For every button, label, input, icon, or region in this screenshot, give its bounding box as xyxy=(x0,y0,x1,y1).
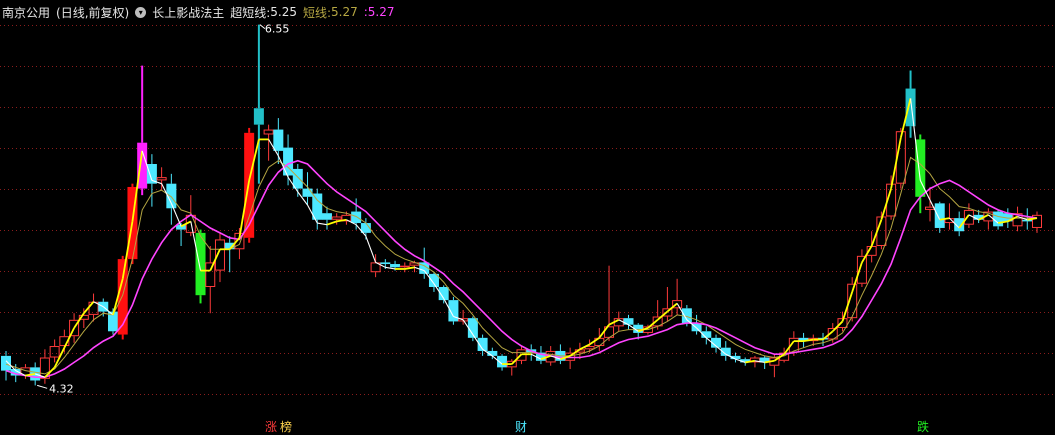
candlestick-chart[interactable]: 6.55 4.32 xyxy=(0,0,1055,435)
candle-body xyxy=(390,264,401,268)
series-segment-white xyxy=(365,235,377,263)
candle-body xyxy=(273,129,284,151)
line2-value: 5.27 xyxy=(331,5,358,19)
marker-bang: 榜 xyxy=(280,420,293,434)
candle-body xyxy=(195,232,206,296)
candle-body xyxy=(963,209,974,225)
stock-name: 南京公用 xyxy=(2,5,51,20)
candle-body xyxy=(934,203,945,228)
line1-value: 5.25 xyxy=(270,5,297,19)
candle-body xyxy=(49,346,60,358)
indicator-lines xyxy=(5,98,1038,379)
line1-label: 超短线: xyxy=(230,5,271,20)
chevron-down-icon[interactable]: ▾ xyxy=(135,6,147,18)
series-segment-yellow xyxy=(404,266,415,270)
high-price-label: 6.55 xyxy=(265,23,290,36)
indicator-name[interactable]: 长上影战法主 xyxy=(152,4,224,21)
price-grid xyxy=(0,25,1055,395)
candle-body xyxy=(263,129,274,135)
candle-body xyxy=(399,265,410,268)
series-segment-white xyxy=(385,266,396,270)
candle-body xyxy=(205,262,216,287)
low-price-pointer xyxy=(37,384,48,389)
candle-body xyxy=(302,188,313,197)
candle-body xyxy=(331,216,342,220)
candle-body xyxy=(380,262,391,265)
low-price-label: 4.32 xyxy=(49,382,74,395)
candle-body xyxy=(156,177,167,181)
candle-body xyxy=(351,211,362,224)
marker-die: 跌 xyxy=(917,420,930,434)
line2-label: 短线: xyxy=(302,5,332,20)
candle-body xyxy=(623,318,634,325)
chart-mode: (日线,前复权) xyxy=(56,5,130,20)
chart-header: 南京公用 (日线,前复权) ▾ 长上影战法主 超短线: 5.25 短线: 5.2… xyxy=(2,3,401,21)
candle-body xyxy=(905,88,916,127)
marker-zhang: 涨 xyxy=(265,420,278,434)
candle-body xyxy=(993,211,1004,227)
candle-body xyxy=(321,213,332,220)
candle-body xyxy=(1,355,11,371)
series-segment-white xyxy=(317,222,328,226)
candle-body xyxy=(253,108,264,125)
series-segment-yellow xyxy=(326,220,337,226)
series-line-magenta xyxy=(5,159,1038,379)
marker-cai: 财 xyxy=(515,420,528,434)
line3-value: 5.27 xyxy=(367,5,395,19)
